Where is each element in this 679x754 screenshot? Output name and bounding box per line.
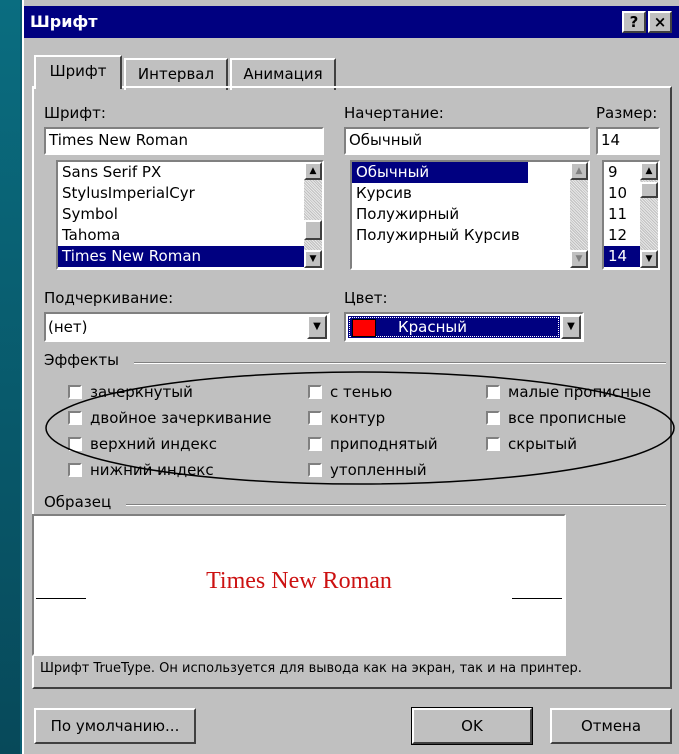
cancel-button[interactable]: Отмена: [550, 708, 672, 744]
chevron-down-icon[interactable]: ▼: [307, 315, 327, 339]
list-item[interactable]: Symbol: [58, 204, 322, 225]
underline-label: Подчеркивание:: [44, 289, 174, 307]
effects-label: Эффекты: [44, 351, 119, 369]
scroll-up-icon[interactable]: ▲: [570, 162, 588, 180]
scroll-down-icon[interactable]: ▼: [640, 250, 658, 268]
style-list[interactable]: Обычный Курсив Полужирный Полужирный Кур…: [350, 160, 590, 270]
size-list-scrollbar[interactable]: ▲ ▼: [640, 162, 658, 268]
preview-baseline-right: [512, 598, 562, 599]
scroll-thumb[interactable]: [304, 220, 322, 240]
scroll-down-icon[interactable]: ▼: [570, 250, 588, 268]
annotation-ellipse: [45, 371, 675, 485]
size-list[interactable]: 9 10 11 12 14 ▲ ▼: [602, 160, 660, 270]
font-list-scrollbar[interactable]: ▲ ▼: [304, 162, 322, 268]
title-bar: Шрифт ? ×: [24, 6, 679, 38]
preview-text: Times New Roman: [206, 568, 392, 594]
underline-value: (нет): [48, 318, 88, 336]
preview-label: Образец: [44, 493, 112, 511]
color-value: Красный: [398, 318, 468, 336]
color-label: Цвет:: [344, 289, 388, 307]
effects-divider: [134, 362, 666, 364]
scroll-up-icon[interactable]: ▲: [304, 162, 322, 180]
tab-font[interactable]: Шрифт: [34, 55, 122, 89]
color-swatch: [352, 319, 376, 337]
scroll-thumb[interactable]: [640, 182, 658, 198]
list-item[interactable]: Полужирный: [352, 204, 588, 225]
style-input[interactable]: Обычный: [344, 127, 590, 155]
window-title: Шрифт: [30, 12, 98, 31]
list-item[interactable]: Полужирный Курсив: [352, 225, 588, 246]
info-text: Шрифт TrueType. Он используется для выво…: [40, 661, 582, 676]
preview-baseline-left: [36, 598, 86, 599]
list-item-selected[interactable]: 14: [604, 246, 640, 267]
font-input[interactable]: Times New Roman: [44, 127, 324, 155]
underline-select[interactable]: (нет) ▼: [44, 312, 330, 342]
size-input[interactable]: 14: [596, 127, 660, 155]
font-label: Шрифт:: [44, 104, 106, 122]
list-item[interactable]: Tahoma: [58, 225, 322, 246]
ok-button[interactable]: OK: [411, 707, 533, 745]
desktop-background: [0, 0, 20, 754]
preview-divider: [126, 504, 666, 506]
list-item[interactable]: StylusImperialCyr: [58, 183, 322, 204]
font-list[interactable]: Sans Serif PX StylusImperialCyr Symbol T…: [56, 160, 324, 270]
chevron-down-icon[interactable]: ▼: [561, 315, 581, 339]
list-item[interactable]: Курсив: [352, 183, 588, 204]
preview-box: Times New Roman: [32, 514, 566, 656]
font-dialog: Шрифт ? × Шрифт Интервал Анимация Шрифт:…: [22, 0, 679, 754]
default-button[interactable]: По умолчанию...: [34, 708, 196, 744]
list-item-selected[interactable]: Times New Roman: [58, 246, 304, 267]
close-button[interactable]: ×: [648, 11, 672, 33]
style-list-scrollbar[interactable]: ▲ ▼: [570, 162, 588, 268]
list-item[interactable]: Sans Serif PX: [58, 162, 322, 183]
list-item-selected[interactable]: Обычный: [352, 162, 528, 183]
scroll-up-icon[interactable]: ▲: [640, 162, 658, 180]
color-select[interactable]: Красный ▼: [344, 312, 584, 342]
style-label: Начертание:: [344, 104, 444, 122]
help-button[interactable]: ?: [622, 11, 646, 33]
scroll-down-icon[interactable]: ▼: [304, 250, 322, 268]
size-label: Размер:: [596, 104, 658, 122]
